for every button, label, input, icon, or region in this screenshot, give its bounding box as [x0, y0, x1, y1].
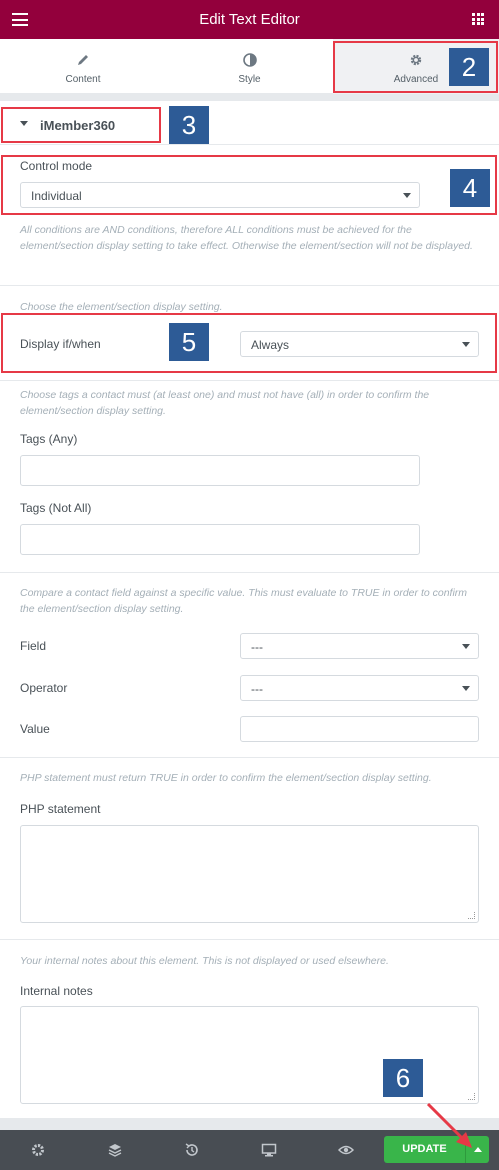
highlight-display-if [1, 313, 497, 373]
highlight-section-title [1, 107, 161, 143]
history-icon[interactable] [184, 1142, 200, 1158]
conditions-description: All conditions are AND conditions, there… [20, 224, 473, 252]
separator [0, 757, 499, 758]
chevron-down-icon [462, 686, 470, 691]
php-statement-textarea[interactable] [20, 825, 479, 923]
tags-any-label: Tags (Any) [20, 432, 78, 446]
panel-header: Edit Text Editor [0, 0, 499, 39]
widgets-grid-icon[interactable] [472, 13, 484, 25]
contrast-icon [242, 53, 257, 67]
tab-style-label: Style [238, 74, 261, 85]
field-select[interactable]: --- [240, 633, 479, 659]
divider-stripe [0, 94, 499, 101]
separator [0, 572, 499, 573]
field-label: Field [20, 639, 47, 653]
resize-grip-icon[interactable] [468, 912, 475, 919]
annotation-badge-3: 3 [169, 106, 209, 144]
responsive-desktop-icon[interactable] [261, 1142, 277, 1158]
annotation-badge-2: 2 [449, 48, 489, 86]
annotation-badge-5: 5 [169, 323, 209, 361]
separator [0, 939, 499, 940]
tab-style[interactable]: Style [166, 39, 333, 94]
pencil-icon [78, 55, 88, 65]
tags-not-all-input[interactable] [20, 524, 420, 555]
preview-eye-icon[interactable] [338, 1142, 354, 1158]
operator-label: Operator [20, 681, 68, 695]
editor-panel: Edit Text Editor Content Style Advanced … [0, 0, 499, 1170]
navigator-layers-icon[interactable] [107, 1142, 123, 1158]
tags-any-input[interactable] [20, 455, 420, 486]
tab-content[interactable]: Content [0, 39, 166, 94]
tags-description: Choose tags a contact must (at least one… [20, 389, 430, 417]
separator [0, 285, 499, 286]
annotation-badge-4: 4 [450, 169, 490, 207]
internal-notes-label: Internal notes [20, 984, 93, 998]
operator-select[interactable]: --- [240, 675, 479, 701]
highlight-control-mode [1, 155, 497, 215]
value-label: Value [20, 722, 50, 736]
annotation-arrow-icon [426, 1102, 472, 1148]
separator [0, 380, 499, 381]
php-statement-label: PHP statement [20, 802, 101, 816]
php-description: PHP statement must return TRUE in order … [20, 772, 432, 784]
operator-value: --- [251, 682, 263, 696]
chevron-down-icon [462, 644, 470, 649]
tags-not-all-label: Tags (Not All) [20, 501, 92, 515]
field-description: Compare a contact field against a specif… [20, 587, 468, 615]
panel-title: Edit Text Editor [199, 11, 300, 28]
annotation-badge-6: 6 [383, 1059, 423, 1097]
notes-description: Your internal notes about this element. … [20, 955, 389, 967]
field-value: --- [251, 640, 263, 654]
tab-content-label: Content [65, 74, 101, 85]
settings-gear-icon[interactable] [30, 1142, 46, 1158]
value-input[interactable] [240, 716, 479, 742]
